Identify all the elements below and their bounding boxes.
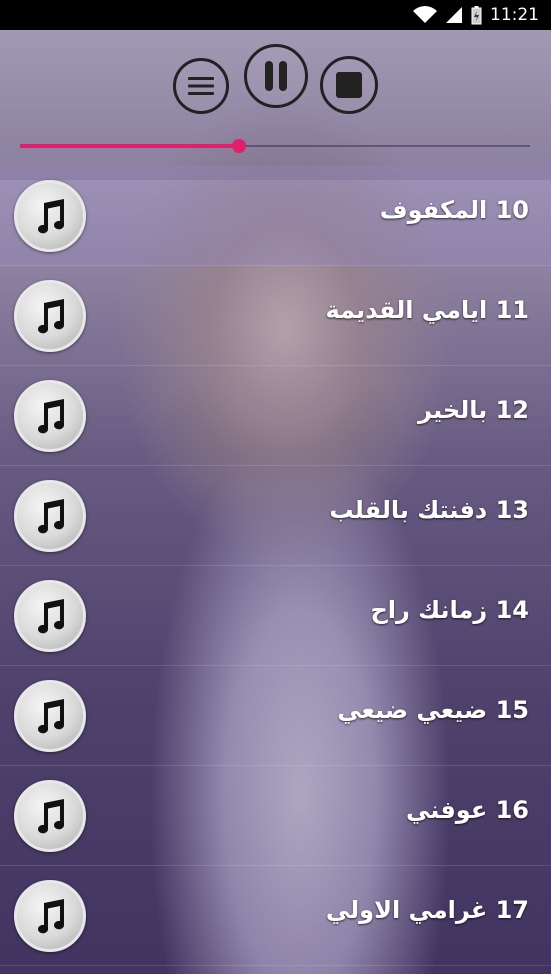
wifi-icon [413,6,437,24]
signal-icon [445,6,463,24]
list-item[interactable]: 13 دفنتك بالقلب [0,466,551,566]
track-title: 17 غرامي الاولي [325,896,529,924]
list-item[interactable]: 12 بالخير [0,366,551,466]
music-note-icon [14,380,86,452]
stop-button[interactable] [320,56,378,114]
track-title: 10 المكفوف [379,196,529,224]
music-note-icon [14,780,86,852]
list-item[interactable]: 15 ضيعي ضيعي [0,666,551,766]
seek-thumb[interactable] [232,139,246,153]
music-note-icon [14,880,86,952]
track-title: 14 زمانك راح [370,596,529,624]
list-item[interactable]: 10 المكفوف [0,166,551,266]
playlist-button[interactable] [173,58,229,114]
track-list: 10 المكفوف 11 ايامي القديمة 12 بالخير 13… [0,166,551,966]
track-title: 15 ضيعي ضيعي [337,696,529,724]
music-note-icon [14,480,86,552]
list-item[interactable]: 16 عوفني [0,766,551,866]
list-item[interactable]: 11 ايامي القديمة [0,266,551,366]
menu-icon [188,77,214,95]
list-item[interactable]: 14 زمانك راح [0,566,551,666]
clock: 11:21 [490,5,539,25]
music-note-icon [14,280,86,352]
track-title: 11 ايامي القديمة [325,296,529,324]
seek-progress [20,144,239,148]
music-note-icon [14,180,86,252]
track-title: 12 بالخير [418,396,529,424]
music-note-icon [14,680,86,752]
status-bar: 11:21 [0,0,551,30]
pause-button[interactable] [244,44,308,108]
track-title: 16 عوفني [406,796,529,824]
stop-icon [336,72,362,98]
list-item[interactable]: 17 غرامي الاولي [0,866,551,966]
battery-icon [471,5,482,25]
music-note-icon [14,580,86,652]
pause-icon [265,61,287,91]
track-title: 13 دفنتك بالقلب [329,496,529,524]
